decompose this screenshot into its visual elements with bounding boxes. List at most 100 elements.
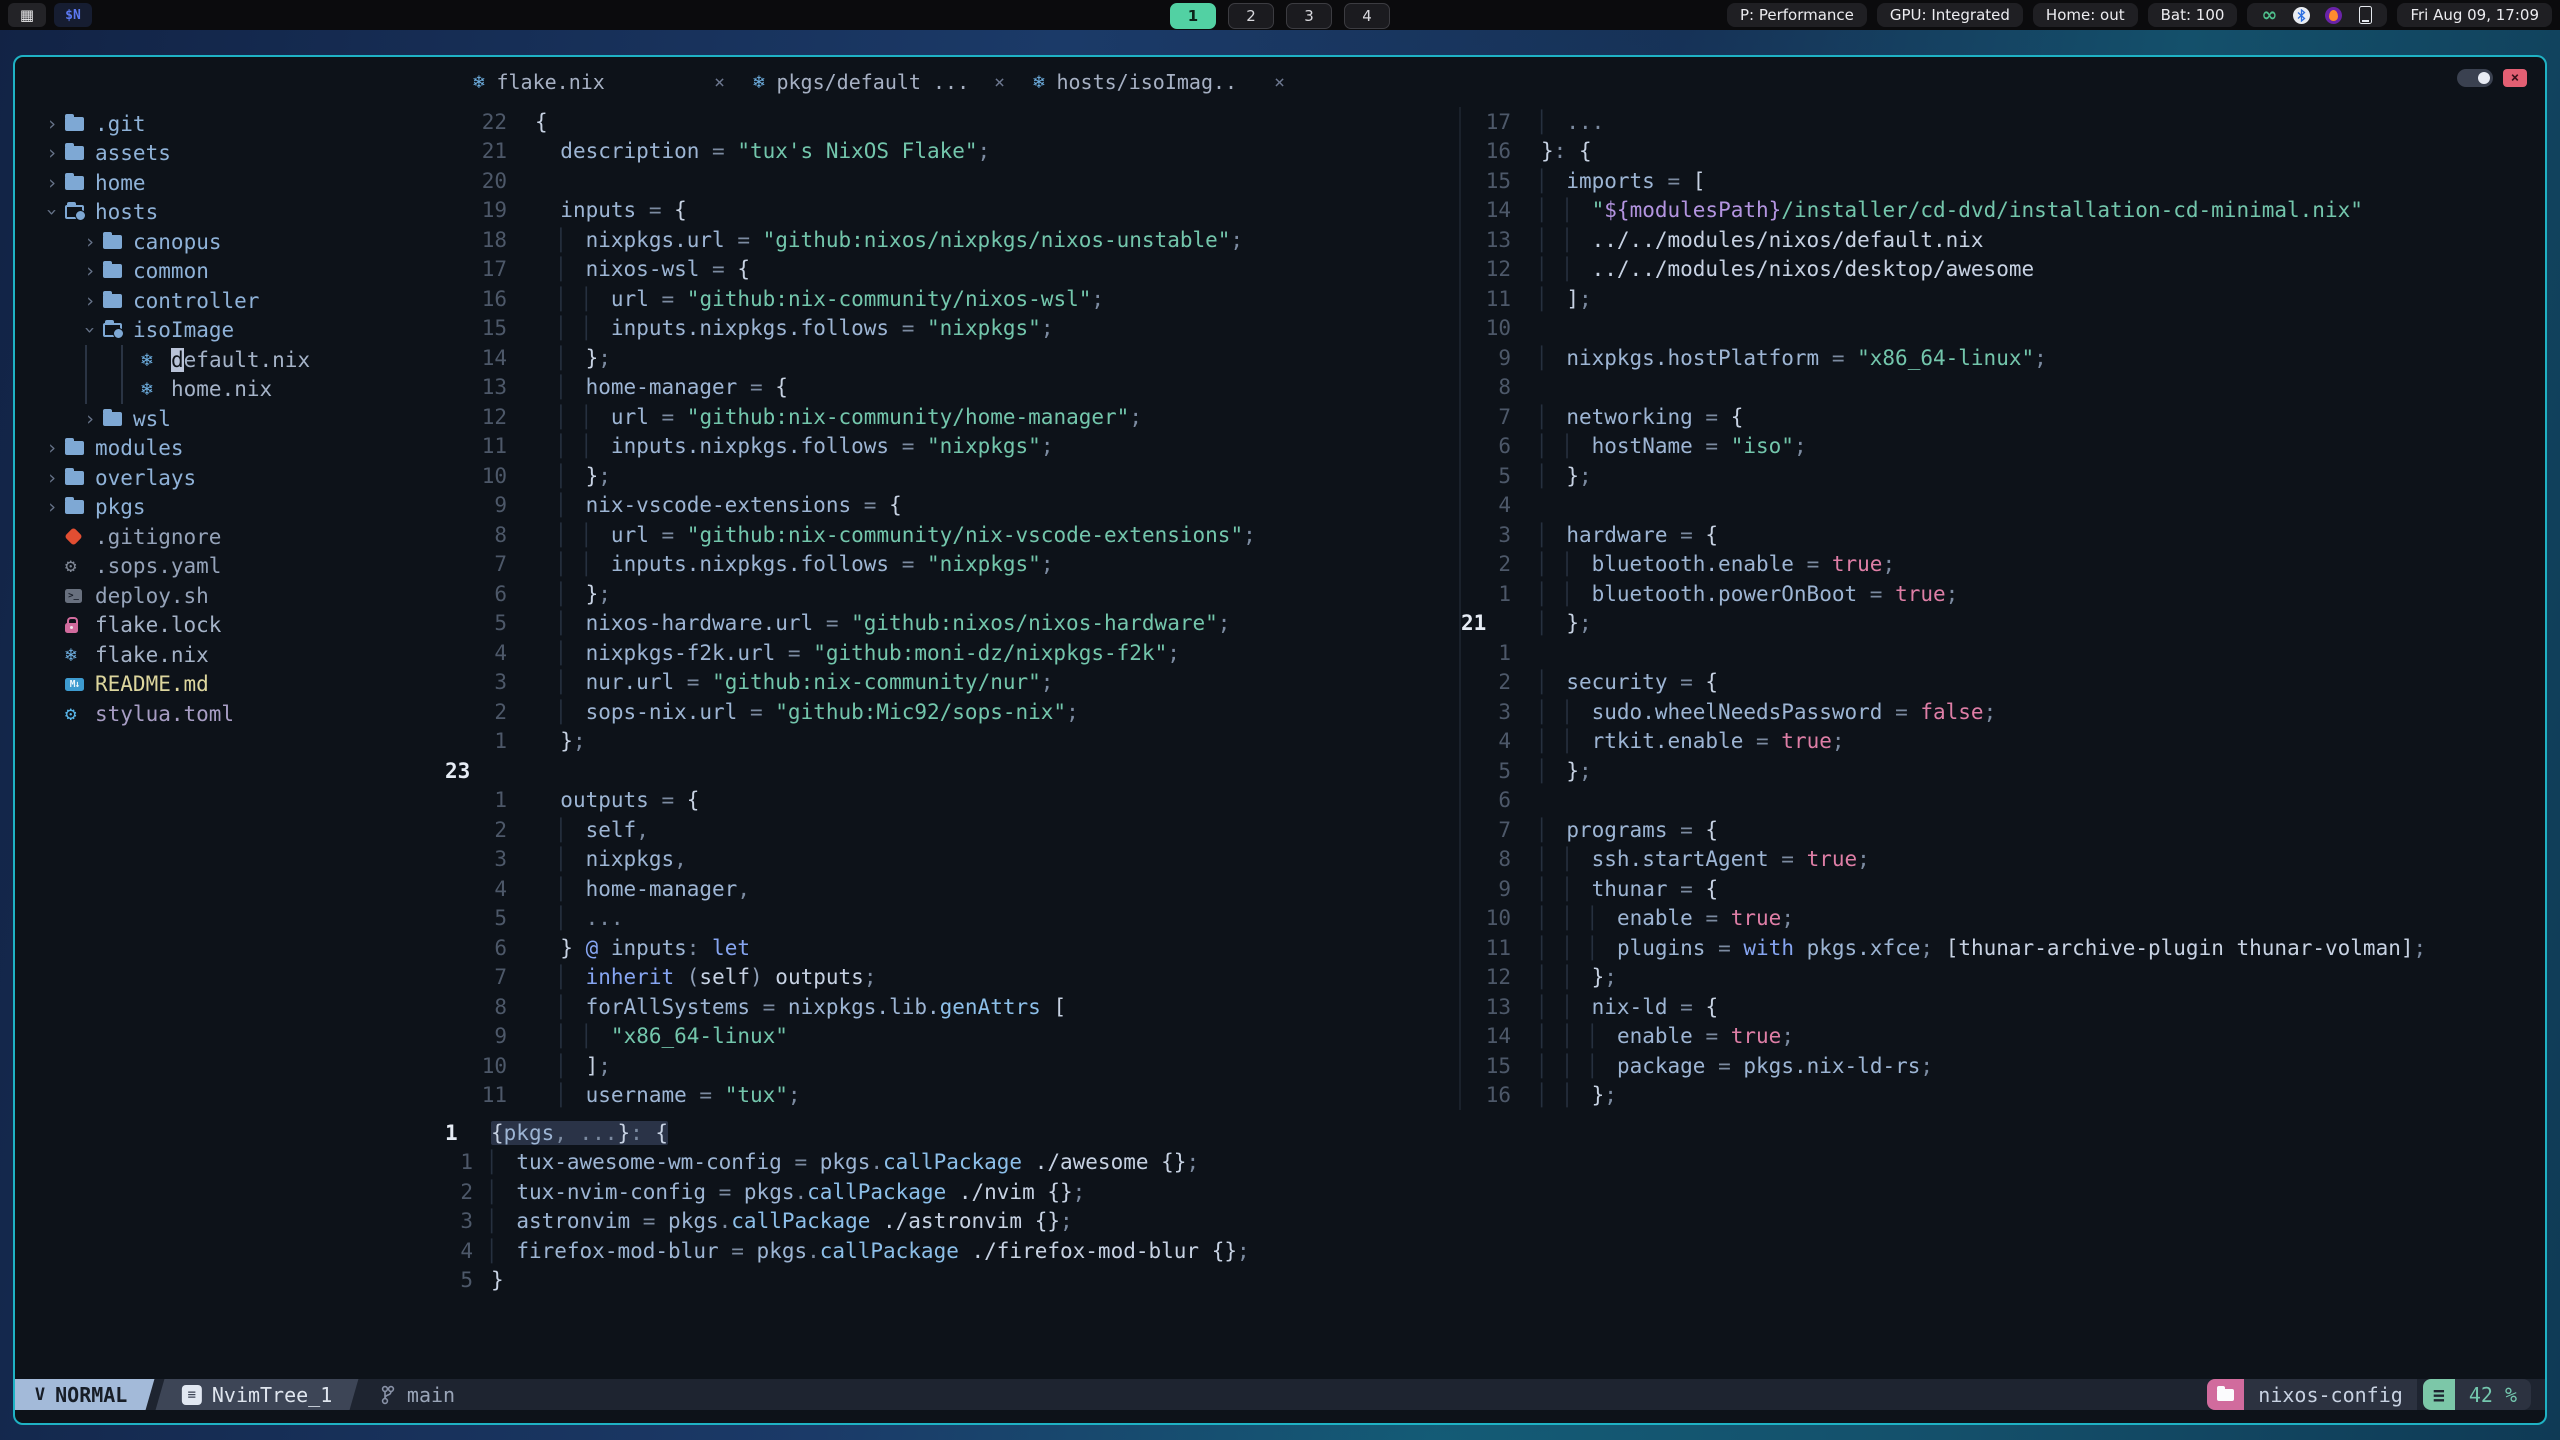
- chevron-right-icon[interactable]: ›: [77, 260, 103, 282]
- code-line[interactable]: 1 ▏ ▏ bluetooth.powerOnBoot = true;: [1461, 579, 2545, 609]
- tree-item-home[interactable]: › home: [15, 168, 445, 198]
- chevron-right-icon[interactable]: ›: [77, 290, 103, 312]
- code-line[interactable]: 1 outputs = {: [445, 786, 1459, 816]
- code-line[interactable]: 11 ▏ username = "tux";: [445, 1081, 1459, 1111]
- chevron-right-icon[interactable]: ›: [39, 142, 65, 164]
- tree-item-canopus[interactable]: › canopus: [15, 227, 445, 257]
- code-line[interactable]: 9 ▏ nix-vscode-extensions = {: [445, 491, 1459, 521]
- tree-item-modules[interactable]: › modules: [15, 434, 445, 464]
- chevron-right-icon[interactable]: ›: [77, 408, 103, 430]
- tab-close-icon[interactable]: ×: [994, 72, 1005, 93]
- code-line[interactable]: 2 ▏ tux-nvim-config = pkgs.callPackage ./…: [445, 1177, 2545, 1207]
- chevron-right-icon[interactable]: ›: [77, 231, 103, 253]
- code-line[interactable]: 7 ▏ networking = {: [1461, 402, 2545, 432]
- code-line[interactable]: 10: [1461, 314, 2545, 344]
- code-line[interactable]: 3 ▏ nixpkgs,: [445, 845, 1459, 875]
- chevron-right-icon[interactable]: ›: [39, 172, 65, 194]
- tab-pkgs-default-[interactable]: ❄ pkgs/default ... ×: [739, 70, 1019, 94]
- code-line[interactable]: 3 ▏ hardware = {: [1461, 520, 2545, 550]
- tree-item-README.md[interactable]: M↓ README.md: [15, 670, 445, 700]
- tree-item-default.nix[interactable]: ❄ default.nix: [15, 345, 445, 375]
- tree-item-.git[interactable]: › .git: [15, 109, 445, 139]
- flame-icon[interactable]: [2324, 6, 2342, 24]
- bluetooth-icon[interactable]: [2292, 6, 2310, 24]
- code-line[interactable]: 3 ▏ ▏ sudo.wheelNeedsPassword = false;: [1461, 697, 2545, 727]
- tree-item-flake.lock[interactable]: flake.lock: [15, 611, 445, 641]
- code-line[interactable]: 3 ▏ nur.url = "github:nix-community/nur"…: [445, 668, 1459, 698]
- code-line[interactable]: 11 ▏ ];: [1461, 284, 2545, 314]
- code-line[interactable]: 7 ▏ programs = {: [1461, 815, 2545, 845]
- code-line[interactable]: 14 ▏ };: [445, 343, 1459, 373]
- code-line[interactable]: 16}: {: [1461, 137, 2545, 167]
- code-line[interactable]: 9 ▏ ▏ "x86_64-linux": [445, 1022, 1459, 1052]
- layout-icon[interactable]: $N: [54, 3, 92, 27]
- code-line[interactable]: 10 ▏ ▏ ▏ enable = true;: [1461, 904, 2545, 934]
- tree-item-hosts[interactable]: › hosts: [15, 198, 445, 228]
- code-line[interactable]: 13 ▏ ▏ nix-ld = {: [1461, 992, 2545, 1022]
- code-line[interactable]: 13 ▏ ▏ ../../modules/nixos/default.nix: [1461, 225, 2545, 255]
- code-line[interactable]: 12 ▏ ▏ };: [1461, 963, 2545, 993]
- chevron-right-icon[interactable]: ›: [39, 467, 65, 489]
- code-line[interactable]: 1: [1461, 638, 2545, 668]
- code-line[interactable]: 6 ▏ ▏ hostName = "iso";: [1461, 432, 2545, 462]
- code-line[interactable]: 5}: [445, 1266, 2545, 1296]
- tab-flake-nix[interactable]: ❄ flake.nix ×: [459, 70, 739, 94]
- code-line[interactable]: 8 ▏ ▏ ssh.startAgent = true;: [1461, 845, 2545, 875]
- tab-hosts-isoImag-[interactable]: ❄ hosts/isoImag.. ×: [1019, 70, 1299, 94]
- code-line[interactable]: 21 description = "tux's NixOS Flake";: [445, 137, 1459, 167]
- tree-item-wsl[interactable]: › wsl: [15, 404, 445, 434]
- code-line[interactable]: 21 ▏ };: [1461, 609, 2545, 639]
- code-line[interactable]: 15 ▏ imports = [: [1461, 166, 2545, 196]
- workspace-3[interactable]: 3: [1286, 3, 1332, 29]
- code-line[interactable]: 14 ▏ ▏ ▏ enable = true;: [1461, 1022, 2545, 1052]
- code-line[interactable]: 7 ▏ inherit (self) outputs;: [445, 963, 1459, 993]
- code-line[interactable]: 17 ▏ ...: [1461, 107, 2545, 137]
- code-line[interactable]: 18 ▏ nixpkgs.url = "github:nixos/nixpkgs…: [445, 225, 1459, 255]
- code-line[interactable]: 4 ▏ firefox-mod-blur = pkgs.callPackage .…: [445, 1236, 2545, 1266]
- workspace-2[interactable]: 2: [1228, 3, 1274, 29]
- apps-grid-icon[interactable]: ▦: [8, 3, 46, 27]
- window-close-button[interactable]: ×: [2503, 69, 2527, 87]
- code-line[interactable]: 9 ▏ ▏ thunar = {: [1461, 874, 2545, 904]
- code-line[interactable]: 8 ▏ ▏ url = "github:nix-community/nix-vs…: [445, 520, 1459, 550]
- tree-item-flake.nix[interactable]: ❄ flake.nix: [15, 640, 445, 670]
- tree-item-.gitignore[interactable]: .gitignore: [15, 522, 445, 552]
- vpn-icon[interactable]: ∞: [2260, 4, 2278, 26]
- code-line[interactable]: 2 ▏ security = {: [1461, 668, 2545, 698]
- tree-item-assets[interactable]: › assets: [15, 139, 445, 169]
- code-line[interactable]: 4 ▏ home-manager,: [445, 874, 1459, 904]
- code-line[interactable]: 16 ▏ ▏ };: [1461, 1081, 2545, 1111]
- workspace-4[interactable]: 4: [1344, 3, 1390, 29]
- tree-item-stylua.toml[interactable]: ⚙ stylua.toml: [15, 699, 445, 729]
- tab-close-icon[interactable]: ×: [1274, 72, 1285, 93]
- code-line[interactable]: 4 ▏ nixpkgs-f2k.url = "github:moni-dz/ni…: [445, 638, 1459, 668]
- code-line[interactable]: 3 ▏ astronvim = pkgs.callPackage ./astron…: [445, 1207, 2545, 1237]
- code-line[interactable]: 5 ▏ };: [1461, 756, 2545, 786]
- code-line[interactable]: 14 ▏ ▏ "${modulesPath}/installer/cd-dvd/i…: [1461, 196, 2545, 226]
- code-line[interactable]: 2 ▏ self,: [445, 815, 1459, 845]
- chevron-right-icon[interactable]: ›: [39, 496, 65, 518]
- chevron-right-icon[interactable]: ›: [39, 113, 65, 135]
- code-line[interactable]: 10 ▏ };: [445, 461, 1459, 491]
- code-line[interactable]: 6 } @ inputs: let: [445, 933, 1459, 963]
- chevron-right-icon[interactable]: ›: [39, 437, 65, 459]
- code-line[interactable]: 10 ▏ ];: [445, 1051, 1459, 1081]
- code-line[interactable]: 23: [445, 756, 1459, 786]
- code-line[interactable]: 6: [1461, 786, 2545, 816]
- tree-item-.sops.yaml[interactable]: ⚙ .sops.yaml: [15, 552, 445, 582]
- phone-icon[interactable]: [2356, 6, 2374, 24]
- code-line[interactable]: 13 ▏ home-manager = {: [445, 373, 1459, 403]
- code-line[interactable]: 16 ▏ ▏ url = "github:nix-community/nixos…: [445, 284, 1459, 314]
- code-line[interactable]: 2 ▏ sops-nix.url = "github:Mic92/sops-ni…: [445, 697, 1459, 727]
- code-line[interactable]: 8: [1461, 373, 2545, 403]
- code-line[interactable]: 15 ▏ ▏ ▏ package = pkgs.nix-ld-rs;: [1461, 1051, 2545, 1081]
- tree-item-controller[interactable]: › controller: [15, 286, 445, 316]
- workspace-1[interactable]: 1: [1170, 3, 1216, 29]
- tree-item-isoImage[interactable]: › isoImage: [15, 316, 445, 346]
- chevron-down-icon[interactable]: ›: [41, 199, 63, 225]
- code-line[interactable]: 1 };: [445, 727, 1459, 757]
- chevron-down-icon[interactable]: ›: [79, 317, 101, 343]
- code-line[interactable]: 15 ▏ ▏ inputs.nixpkgs.follows = "nixpkgs…: [445, 314, 1459, 344]
- code-line[interactable]: 5 ▏ nixos-hardware.url = "github:nixos/n…: [445, 609, 1459, 639]
- code-line[interactable]: 1 {pkgs, ...}: {: [445, 1118, 2545, 1148]
